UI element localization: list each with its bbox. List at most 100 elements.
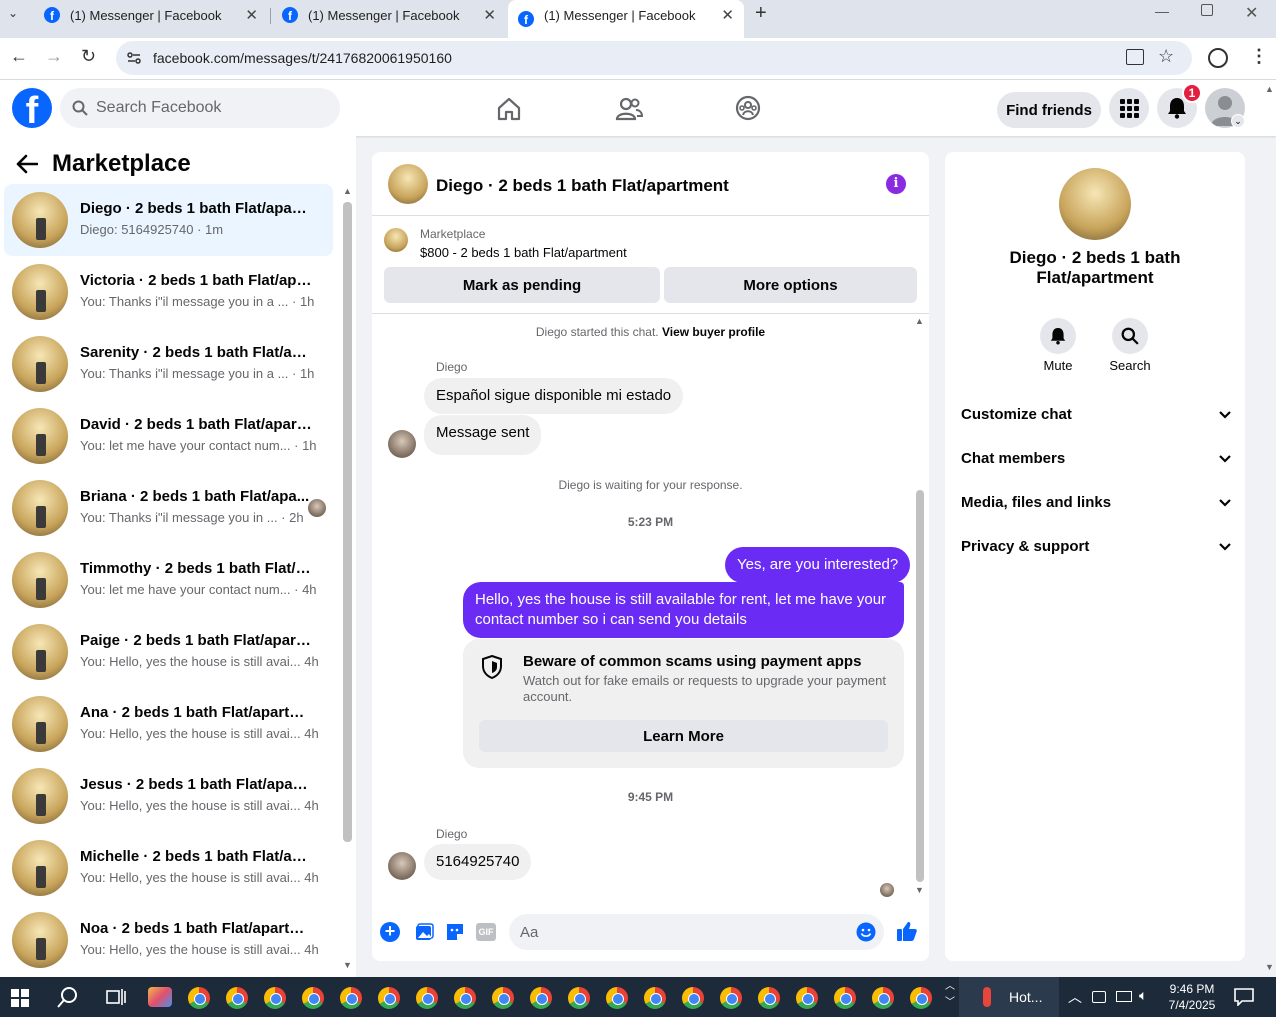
conversation-item[interactable]: Jesus · 2 beds 1 bath Flat/apart... You:… xyxy=(4,760,333,832)
chrome-icon[interactable] xyxy=(644,987,666,1009)
chat-title[interactable]: Diego · 2 beds 1 bath Flat/apartment xyxy=(436,176,729,196)
conversation-item[interactable]: Briana · 2 beds 1 bath Flat/apa... You: … xyxy=(4,472,333,544)
outgoing-message[interactable]: Hello, yes the house is still available … xyxy=(463,582,904,638)
conversation-item[interactable]: Timmothy · 2 beds 1 bath Flat/a... You: … xyxy=(4,544,333,616)
sticker-icon[interactable] xyxy=(444,921,466,943)
chat-members-section[interactable]: Chat members xyxy=(961,450,1231,467)
details-avatar[interactable] xyxy=(1059,168,1131,240)
learn-more-button[interactable]: Learn More xyxy=(479,720,888,752)
search-input[interactable]: Search Facebook xyxy=(60,88,340,128)
chrome-icon[interactable] xyxy=(264,987,286,1009)
chat-avatar[interactable] xyxy=(388,164,428,204)
back-arrow-icon[interactable] xyxy=(16,154,38,174)
taskbar-search-icon[interactable] xyxy=(57,986,79,1008)
listing-title[interactable]: $800 - 2 beds 1 bath Flat/apartment xyxy=(420,245,627,260)
new-tab-icon[interactable]: + xyxy=(755,2,767,25)
conversation-item[interactable]: Victoria · 2 beds 1 bath Flat/apar... Yo… xyxy=(4,256,333,328)
conversation-item[interactable]: Michelle · 2 beds 1 bath Flat/apa... You… xyxy=(4,832,333,904)
sidebar-scrollbar[interactable] xyxy=(343,202,352,842)
chrome-icon[interactable] xyxy=(340,987,362,1009)
close-tab-icon[interactable]: ✕ xyxy=(721,6,734,24)
emoji-icon[interactable] xyxy=(856,922,876,942)
tab-1[interactable]: f (1) Messenger | Facebook ✕ xyxy=(32,0,268,30)
scroll-down-arrow-icon[interactable]: ▼ xyxy=(915,885,924,895)
chrome-icon[interactable] xyxy=(530,987,552,1009)
volume-icon[interactable]: 🔈︎ xyxy=(1139,987,1147,1004)
privacy-support-section[interactable]: Privacy & support xyxy=(961,538,1231,555)
outgoing-message[interactable]: Yes, are you interested? xyxy=(725,547,911,583)
browser-menu-icon[interactable]: ⋮ xyxy=(1250,46,1268,67)
task-view-icon[interactable] xyxy=(106,988,126,1006)
conversation-item[interactable]: Ana · 2 beds 1 bath Flat/apartm... You: … xyxy=(4,688,333,760)
search-in-chat-button[interactable] xyxy=(1112,318,1148,354)
taskbar-scroll-icon[interactable]: ︿ ﹀ xyxy=(945,979,955,1011)
sender-avatar[interactable] xyxy=(388,430,416,458)
tab-2[interactable]: f (1) Messenger | Facebook ✕ xyxy=(270,0,506,30)
friends-icon[interactable] xyxy=(615,96,643,122)
scroll-down-arrow-icon[interactable]: ▼ xyxy=(343,960,352,970)
chrome-icon[interactable] xyxy=(720,987,742,1009)
account-chevron-icon[interactable]: ⌄ xyxy=(1231,114,1245,128)
chrome-icon[interactable] xyxy=(416,987,438,1009)
find-friends-button[interactable]: Find friends xyxy=(997,92,1101,128)
menu-grid-button[interactable] xyxy=(1109,88,1149,128)
sender-avatar[interactable] xyxy=(388,852,416,880)
bookmark-star-icon[interactable]: ☆ xyxy=(1158,46,1174,67)
home-icon[interactable] xyxy=(496,96,522,122)
chrome-icon[interactable] xyxy=(606,987,628,1009)
chrome-icon[interactable] xyxy=(492,987,514,1009)
conversation-item[interactable]: Paige · 2 beds 1 bath Flat/apart... You:… xyxy=(4,616,333,688)
notification-center-icon[interactable] xyxy=(1234,988,1254,1006)
chrome-icon[interactable] xyxy=(226,987,248,1009)
incoming-message[interactable]: Message sent xyxy=(424,415,542,455)
page-scroll-down-arrow-icon[interactable]: ▼ xyxy=(1265,962,1274,972)
incoming-message[interactable]: 5164925740 xyxy=(424,844,532,880)
add-more-icon[interactable]: + xyxy=(380,922,400,942)
network-icon[interactable] xyxy=(1116,991,1132,1002)
chrome-icon[interactable] xyxy=(568,987,590,1009)
chat-scrollbar[interactable] xyxy=(916,490,924,882)
install-app-icon[interactable] xyxy=(1126,49,1144,65)
mute-button[interactable] xyxy=(1040,318,1076,354)
like-thumb-icon[interactable] xyxy=(896,920,918,942)
site-settings-icon[interactable] xyxy=(126,50,142,66)
scroll-up-arrow-icon[interactable]: ▲ xyxy=(343,186,352,196)
view-buyer-profile-link[interactable]: View buyer profile xyxy=(662,325,765,339)
chrome-icon[interactable] xyxy=(302,987,324,1009)
conversation-item[interactable]: David · 2 beds 1 bath Flat/apart... You:… xyxy=(4,400,333,472)
tab-search-icon[interactable]: ⌄ xyxy=(8,6,24,22)
windows-start-icon[interactable] xyxy=(11,989,29,1007)
forward-icon[interactable]: → xyxy=(45,46,63,67)
chrome-icon[interactable] xyxy=(910,987,932,1009)
customize-chat-section[interactable]: Customize chat xyxy=(961,406,1231,423)
conversation-item[interactable]: Diego · 2 beds 1 bath Flat/apart... Dieg… xyxy=(4,184,333,256)
close-tab-icon[interactable]: ✕ xyxy=(483,6,496,24)
url-bar[interactable]: facebook.com/messages/t/2417682006195016… xyxy=(116,41,1192,75)
info-icon[interactable]: i xyxy=(886,174,906,194)
tab-3-active[interactable]: f (1) Messenger | Facebook ✕ xyxy=(508,0,744,38)
minimize-icon[interactable]: — xyxy=(1155,3,1169,19)
chrome-icon[interactable] xyxy=(188,987,210,1009)
conversation-item[interactable]: Sarenity · 2 beds 1 bath Flat/apa... You… xyxy=(4,328,333,400)
chrome-icon[interactable] xyxy=(796,987,818,1009)
chrome-icon[interactable] xyxy=(682,987,704,1009)
chrome-icon[interactable] xyxy=(454,987,476,1009)
reload-icon[interactable]: ↻ xyxy=(81,46,96,67)
incoming-message[interactable]: Español sigue disponible mi estado xyxy=(424,378,684,414)
restore-icon[interactable] xyxy=(1201,4,1213,16)
close-window-icon[interactable]: ✕ xyxy=(1245,3,1258,23)
gif-icon[interactable]: GIF xyxy=(476,923,496,941)
page-scroll-up-arrow-icon[interactable]: ▲ xyxy=(1265,84,1274,94)
weather-widget[interactable]: Hot... xyxy=(959,977,1059,1017)
paint-app-icon[interactable] xyxy=(148,987,172,1007)
conversation-item[interactable]: Noa · 2 beds 1 bath Flat/apartm... You: … xyxy=(4,904,333,976)
chrome-icon[interactable] xyxy=(834,987,856,1009)
facebook-logo-icon[interactable]: f xyxy=(12,88,52,128)
message-input[interactable]: Aa xyxy=(509,914,884,950)
close-tab-icon[interactable]: ✕ xyxy=(245,6,258,24)
chrome-icon[interactable] xyxy=(378,987,400,1009)
mark-as-pending-button[interactable]: Mark as pending xyxy=(384,267,660,303)
back-icon[interactable]: ← xyxy=(10,46,28,67)
chrome-icon[interactable] xyxy=(758,987,780,1009)
clock[interactable]: 9:46 PM 7/4/2025 xyxy=(1162,981,1222,1013)
